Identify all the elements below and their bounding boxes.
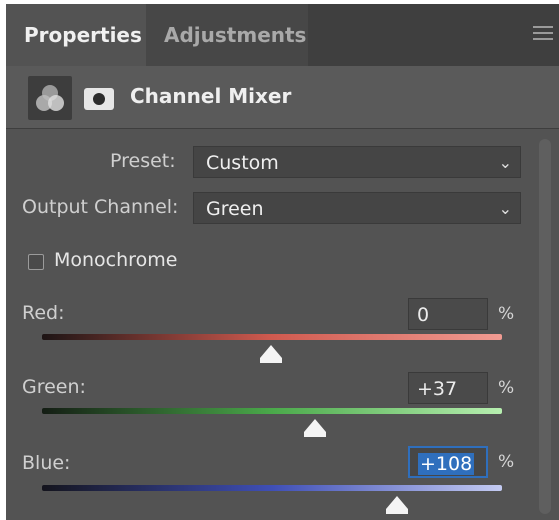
blue-slider-track[interactable]	[42, 485, 502, 491]
tab-adjustments[interactable]: Adjustments	[146, 4, 308, 66]
chevron-down-icon: ⌄	[498, 153, 512, 172]
green-slider-thumb[interactable]	[304, 419, 326, 437]
properties-panel: Properties Adjustments Channel Mixer Pre…	[6, 4, 559, 520]
chevron-down-icon: ⌄	[498, 199, 512, 218]
tab-properties[interactable]: Properties	[6, 4, 146, 66]
red-label: Red:	[22, 302, 65, 324]
channel-mixer-icon[interactable]	[28, 76, 72, 120]
preset-value: Custom	[206, 152, 279, 174]
panel-scrollbar[interactable]	[539, 139, 551, 514]
adjustment-header: Channel Mixer	[6, 66, 559, 129]
monochrome-checkbox[interactable]	[28, 254, 44, 270]
monochrome-label: Monochrome	[54, 249, 178, 271]
adjustment-title: Channel Mixer	[130, 84, 292, 108]
red-value-input[interactable]: 0	[408, 298, 488, 330]
red-slider-track[interactable]	[42, 334, 502, 340]
output-channel-label: Output Channel:	[22, 196, 179, 218]
blue-percent: %	[498, 452, 515, 472]
tab-bar: Properties Adjustments	[6, 4, 559, 66]
preset-label: Preset:	[110, 150, 176, 172]
output-channel-dropdown[interactable]: Green ⌄	[193, 192, 521, 224]
blue-slider-thumb[interactable]	[386, 496, 408, 514]
layer-mask-icon[interactable]	[84, 88, 114, 110]
green-percent: %	[498, 378, 515, 398]
green-slider-track[interactable]	[42, 408, 502, 414]
red-slider-thumb[interactable]	[260, 345, 282, 363]
red-percent: %	[498, 304, 515, 324]
blue-value-input[interactable]: +108	[408, 446, 488, 478]
output-channel-value: Green	[206, 198, 264, 220]
preset-dropdown[interactable]: Custom ⌄	[193, 146, 521, 178]
hamburger-menu-icon[interactable]	[533, 26, 553, 44]
green-label: Green:	[22, 376, 86, 398]
blue-value-text: +108	[418, 453, 475, 475]
blue-label: Blue:	[22, 452, 71, 474]
green-value-input[interactable]: +37	[408, 372, 488, 404]
